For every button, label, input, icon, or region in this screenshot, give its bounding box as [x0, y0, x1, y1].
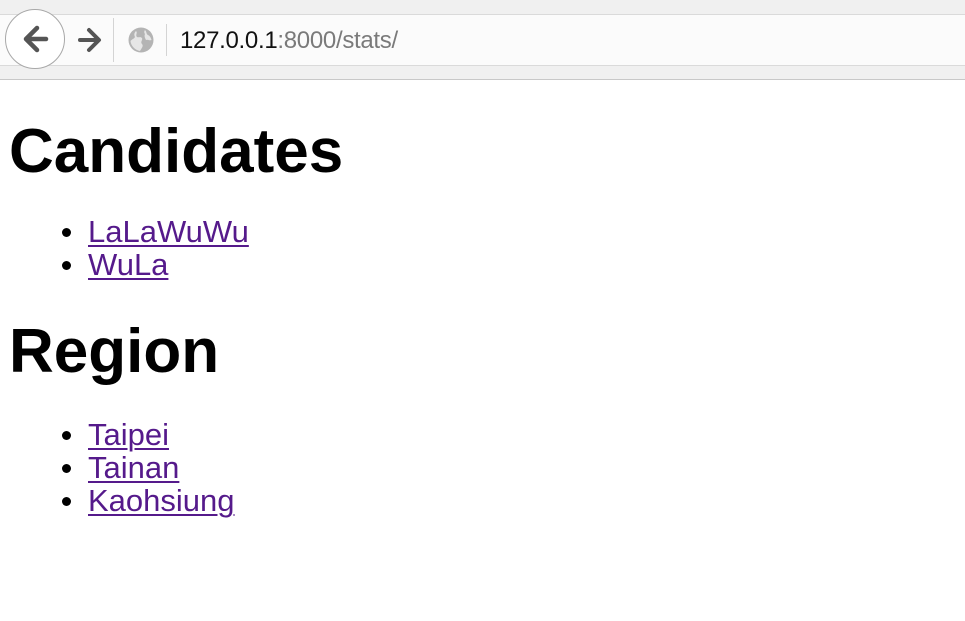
- candidate-link-wula[interactable]: WuLa: [88, 247, 168, 282]
- candidates-heading: Candidates: [9, 117, 344, 186]
- bullet-icon: [62, 497, 71, 506]
- page-content: Candidates LaLaWuWu WuLa Region Taipei T…: [0, 80, 965, 621]
- list-item: WuLa: [62, 247, 965, 282]
- list-item: Kaohsiung: [62, 483, 965, 518]
- url-host: 127.0.0.1: [180, 27, 278, 54]
- candidates-list: LaLaWuWu WuLa: [9, 215, 965, 281]
- list-item: LaLaWuWu: [62, 214, 965, 249]
- arrow-left-icon: [23, 25, 49, 53]
- bullet-icon: [62, 431, 71, 440]
- region-heading: Region: [9, 317, 220, 386]
- back-button[interactable]: [5, 9, 65, 69]
- bullet-icon: [62, 261, 71, 270]
- site-info-globe-icon[interactable]: [127, 26, 155, 54]
- url-path: :8000/stats/: [277, 27, 398, 54]
- bullet-icon: [62, 464, 71, 473]
- list-item: Tainan: [62, 450, 965, 485]
- list-item: Taipei: [62, 417, 965, 452]
- browser-toolbar: 127.0.0.1:8000/stats/: [0, 0, 965, 80]
- region-link-kaohsiung[interactable]: Kaohsiung: [88, 483, 235, 518]
- arrow-right-icon: [77, 28, 101, 52]
- globe-icon: [128, 27, 154, 53]
- url-bar[interactable]: 127.0.0.1:8000/stats/: [180, 26, 398, 56]
- forward-button[interactable]: [66, 18, 114, 62]
- region-list: Taipei Tainan Kaohsiung: [9, 418, 965, 517]
- region-link-tainan[interactable]: Tainan: [88, 450, 179, 485]
- bullet-icon: [62, 228, 71, 237]
- url-divider: [166, 24, 167, 56]
- region-link-taipei[interactable]: Taipei: [88, 417, 169, 452]
- candidate-link-lalawuwu[interactable]: LaLaWuWu: [88, 214, 249, 249]
